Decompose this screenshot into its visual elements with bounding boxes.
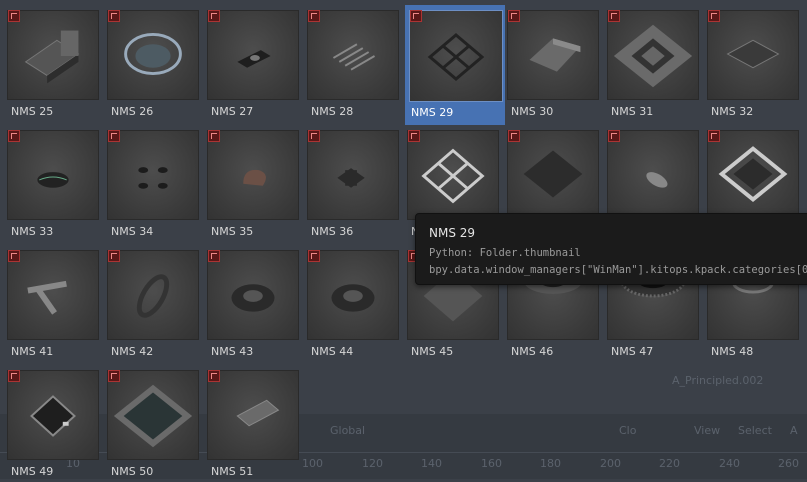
thumbnail-item[interactable]: NMS 36 <box>300 122 400 242</box>
asset-badge-icon <box>8 10 20 22</box>
thumbnail-label: NMS 36 <box>311 225 354 238</box>
thumbnail-item[interactable]: NMS 29 <box>405 5 505 125</box>
thumbnail-item[interactable]: NMS 50 <box>100 362 200 482</box>
asset-badge-icon <box>208 250 220 262</box>
nms-33-icon <box>7 130 99 220</box>
asset-badge-icon <box>108 130 120 142</box>
nms-25-icon <box>7 10 99 100</box>
asset-badge-icon <box>108 10 120 22</box>
tooltip-title: NMS 29 <box>429 226 476 240</box>
thumbnail-label: NMS 42 <box>111 345 154 358</box>
nms-42-icon <box>107 250 199 340</box>
thumbnail-label: NMS 30 <box>511 105 554 118</box>
thumbnail-item[interactable]: NMS 42 <box>100 242 200 362</box>
nms-50-icon <box>107 370 199 460</box>
tooltip: NMS 29 Python: Folder.thumbnail bpy.data… <box>415 213 807 285</box>
asset-badge-icon <box>608 130 620 142</box>
asset-badge-icon <box>108 250 120 262</box>
asset-badge-icon <box>8 250 20 262</box>
thumbnail-label: NMS 28 <box>311 105 354 118</box>
nms-30-icon <box>507 10 599 100</box>
tooltip-path: bpy.data.window_managers["WinMan"].kitop… <box>429 264 807 276</box>
nms-36-icon <box>307 130 399 220</box>
thumbnail-label: NMS 31 <box>611 105 654 118</box>
thumbnail-label: NMS 29 <box>411 106 454 119</box>
thumbnail-label: NMS 44 <box>311 345 354 358</box>
thumbnail-item[interactable]: NMS 34 <box>100 122 200 242</box>
thumbnail-label: NMS 51 <box>211 465 254 478</box>
thumbnail-item[interactable]: NMS 49 <box>0 362 100 482</box>
asset-badge-icon <box>508 130 520 142</box>
nms-27-icon <box>207 10 299 100</box>
thumbnail-item[interactable]: NMS 31 <box>600 2 700 122</box>
thumbnail-item[interactable]: NMS 43 <box>200 242 300 362</box>
nms-34-icon <box>107 130 199 220</box>
thumbnail-label: NMS 33 <box>11 225 54 238</box>
thumbnail-item[interactable]: NMS 33 <box>0 122 100 242</box>
thumbnail-label: NMS 35 <box>211 225 254 238</box>
thumbnail-label: NMS 43 <box>211 345 254 358</box>
thumbnail-label: NMS 46 <box>511 345 554 358</box>
asset-badge-icon <box>508 10 520 22</box>
asset-badge-icon <box>408 130 420 142</box>
asset-badge-icon <box>208 130 220 142</box>
thumbnail-item[interactable]: NMS 44 <box>300 242 400 362</box>
thumbnail-item[interactable]: NMS 41 <box>0 242 100 362</box>
nms-44-icon <box>307 250 399 340</box>
asset-badge-icon <box>608 10 620 22</box>
asset-badge-icon <box>208 10 220 22</box>
asset-badge-icon <box>208 370 220 382</box>
asset-badge-icon <box>8 370 20 382</box>
nms-31-icon <box>607 10 699 100</box>
thumbnail-label: NMS 25 <box>11 105 54 118</box>
nms-40-icon <box>707 130 799 220</box>
asset-badge-icon <box>708 10 720 22</box>
nms-51-icon <box>207 370 299 460</box>
thumbnail-label: NMS 49 <box>11 465 54 478</box>
asset-badge-icon <box>8 130 20 142</box>
tooltip-python: Python: Folder.thumbnail <box>429 247 581 259</box>
thumbnail-label: NMS 27 <box>211 105 254 118</box>
nms-26-icon <box>107 10 199 100</box>
asset-badge-icon <box>308 130 320 142</box>
thumbnail-item[interactable]: NMS 25 <box>0 2 100 122</box>
thumbnail-item[interactable]: NMS 30 <box>500 2 600 122</box>
nms-32-icon <box>707 10 799 100</box>
thumbnail-label: NMS 48 <box>711 345 754 358</box>
nms-41-icon <box>7 250 99 340</box>
asset-badge-icon <box>108 370 120 382</box>
nms-29-icon <box>409 10 503 102</box>
thumbnail-label: NMS 34 <box>111 225 154 238</box>
thumbnail-label: NMS 32 <box>711 105 754 118</box>
thumbnail-label: NMS 41 <box>11 345 54 358</box>
thumbnail-item[interactable]: NMS 35 <box>200 122 300 242</box>
nms-28-icon <box>307 10 399 100</box>
thumbnail-item[interactable]: NMS 27 <box>200 2 300 122</box>
asset-badge-icon <box>708 130 720 142</box>
thumbnail-item[interactable]: NMS 32 <box>700 2 800 122</box>
nms-35-icon <box>207 130 299 220</box>
thumbnail-item[interactable]: NMS 28 <box>300 2 400 122</box>
asset-badge-icon <box>308 250 320 262</box>
nms-43-icon <box>207 250 299 340</box>
thumbnail-item[interactable]: NMS 51 <box>200 362 300 482</box>
thumbnail-label: NMS 45 <box>411 345 454 358</box>
thumbnail-label: NMS 47 <box>611 345 654 358</box>
thumbnail-label: NMS 50 <box>111 465 154 478</box>
thumbnail-item[interactable]: NMS 26 <box>100 2 200 122</box>
nms-37-icon <box>407 130 499 220</box>
asset-badge-icon <box>410 10 422 22</box>
nms-38-icon <box>507 130 599 220</box>
thumbnail-label: NMS 26 <box>111 105 154 118</box>
asset-badge-icon <box>308 10 320 22</box>
nms-39-icon <box>607 130 699 220</box>
nms-49-icon <box>7 370 99 460</box>
